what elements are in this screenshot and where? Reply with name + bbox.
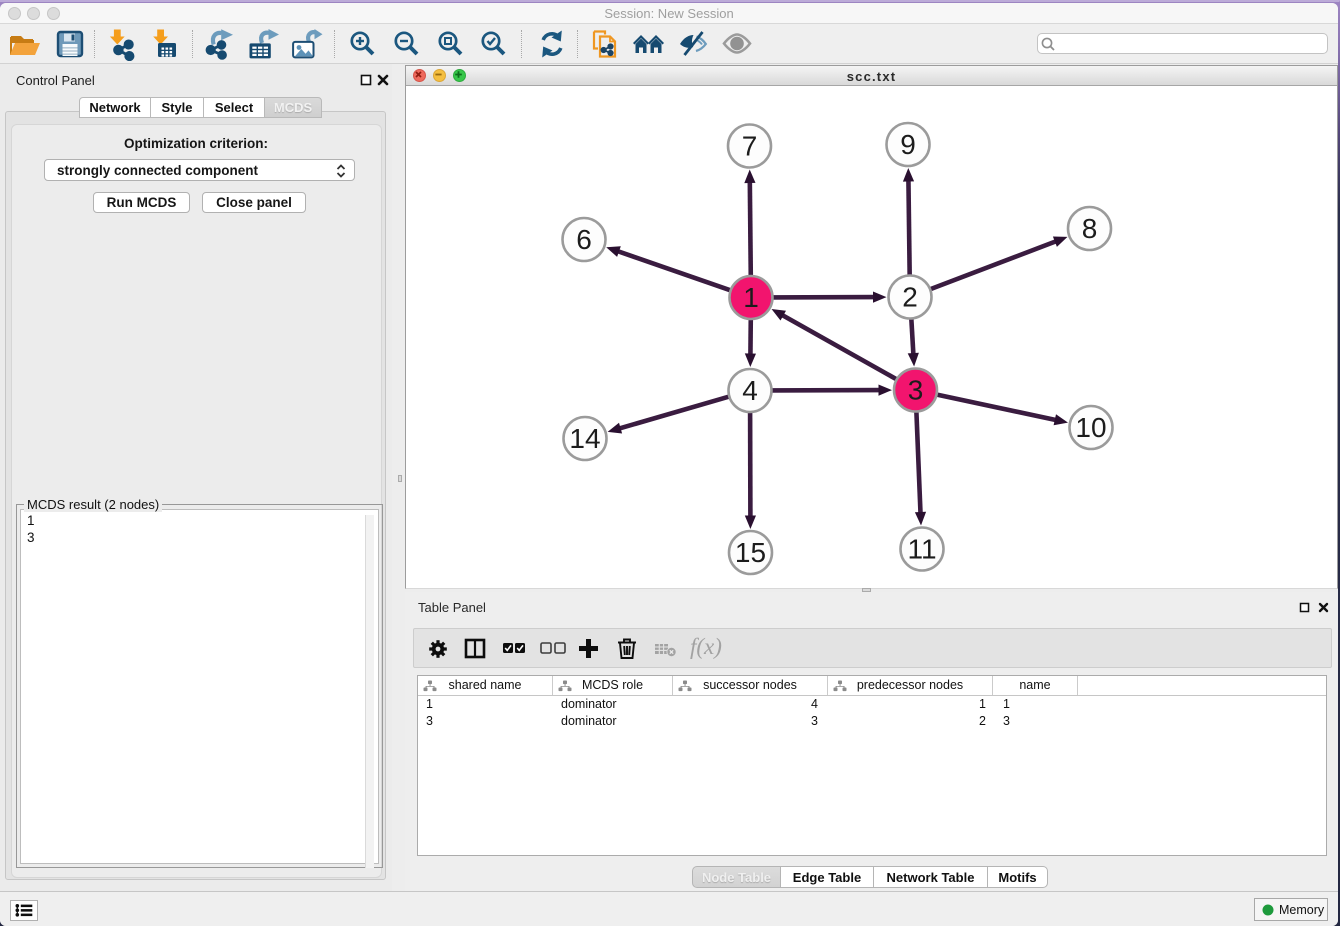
svg-text:11: 11	[907, 534, 936, 565]
svg-text:8: 8	[1082, 213, 1098, 244]
svg-text:1: 1	[743, 282, 759, 313]
svg-text:Memory: Memory	[1279, 903, 1325, 917]
svg-text:6: 6	[576, 224, 592, 255]
svg-text:14: 14	[569, 423, 600, 454]
svg-text:9: 9	[900, 129, 916, 160]
svg-text:3: 3	[908, 375, 924, 406]
svg-text:7: 7	[742, 131, 758, 162]
svg-text:15: 15	[735, 537, 766, 568]
svg-text:4: 4	[742, 375, 758, 406]
svg-text:10: 10	[1075, 412, 1106, 443]
svg-text:2: 2	[902, 282, 918, 313]
